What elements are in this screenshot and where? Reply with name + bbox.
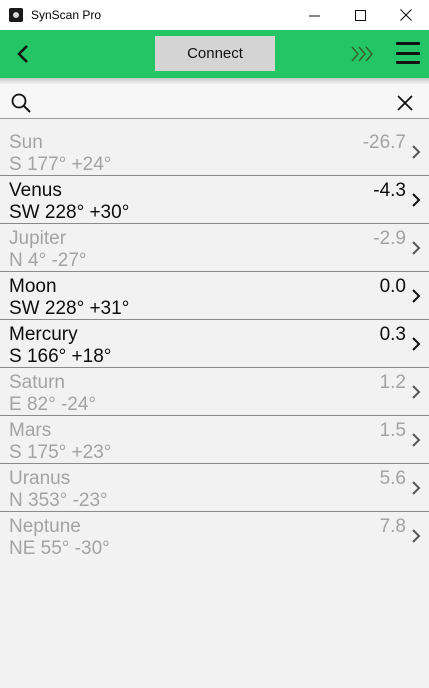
list-item[interactable]: Sun S 177° +24° -26.7 [0, 128, 429, 176]
list-item[interactable]: Moon SW 228° +31° 0.0 [0, 272, 429, 320]
object-coordinates: SW 228° +30° [9, 202, 130, 223]
object-magnitude: -2.9 [373, 228, 406, 249]
app-icon [9, 8, 23, 22]
minimize-button[interactable] [291, 0, 337, 30]
app-toolbar: Connect [0, 30, 429, 78]
object-coordinates: N 4° -27° [9, 250, 87, 271]
search-input[interactable] [40, 90, 384, 114]
object-name: Jupiter [9, 228, 67, 249]
object-name: Saturn [9, 372, 65, 393]
object-magnitude: -4.3 [373, 180, 406, 201]
object-coordinates: NE 55° -30° [9, 538, 110, 559]
maximize-button[interactable] [337, 0, 383, 30]
chevron-right-icon [412, 385, 421, 399]
object-magnitude: 1.2 [379, 372, 406, 393]
object-coordinates: SW 228° +31° [9, 298, 130, 319]
window-title: SynScan Pro [31, 8, 102, 22]
signal-chevrons-icon[interactable] [350, 42, 376, 66]
minimize-icon [308, 15, 320, 16]
object-magnitude: 5.6 [379, 468, 406, 489]
object-magnitude: 0.3 [379, 324, 406, 345]
object-name: Mars [9, 420, 52, 441]
search-icon [11, 93, 31, 113]
list-item[interactable]: Venus SW 228° +30° -4.3 [0, 176, 429, 224]
chevron-right-icon [412, 241, 421, 255]
chevron-right-icon [412, 433, 421, 447]
object-coordinates: S 177° +24° [9, 154, 112, 175]
object-name: Sun [9, 132, 43, 153]
window-controls [291, 0, 429, 30]
object-name: Venus [9, 180, 62, 201]
list-item[interactable]: Uranus N 353° -23° 5.6 [0, 464, 429, 512]
object-magnitude: 0.0 [379, 276, 406, 297]
chevron-right-icon [412, 337, 421, 351]
object-coordinates: S 166° +18° [9, 346, 112, 367]
list-item[interactable]: Mars S 175° +23° 1.5 [0, 416, 429, 464]
close-icon [400, 9, 412, 21]
object-magnitude: 7.8 [379, 516, 406, 537]
object-name: Moon [9, 276, 57, 297]
chevron-right-icon [412, 289, 421, 303]
list-item[interactable]: Saturn E 82° -24° 1.2 [0, 368, 429, 416]
object-coordinates: N 353° -23° [9, 490, 108, 511]
search-bar [0, 84, 429, 119]
back-arrow-icon [17, 45, 28, 63]
object-list: Sun S 177° +24° -26.7 Venus SW 228° +30° -4.3… [0, 128, 429, 559]
chevron-right-icon [412, 481, 421, 495]
chevron-right-icon [412, 529, 421, 543]
object-coordinates: S 175° +23° [9, 442, 112, 463]
back-button[interactable] [10, 40, 36, 68]
hamburger-menu-icon[interactable] [396, 42, 420, 64]
chevron-right-icon [412, 193, 421, 207]
list-item[interactable]: Jupiter N 4° -27° -2.9 [0, 224, 429, 272]
list-item[interactable]: Neptune NE 55° -30° 7.8 [0, 512, 429, 559]
object-coordinates: E 82° -24° [9, 394, 97, 415]
maximize-icon [354, 9, 366, 21]
list-item[interactable]: Mercury S 166° +18° 0.3 [0, 320, 429, 368]
object-name: Mercury [9, 324, 78, 345]
clear-search-icon[interactable] [396, 94, 414, 112]
window-titlebar: SynScan Pro [0, 0, 429, 30]
chevron-right-icon [412, 145, 421, 159]
object-name: Uranus [9, 468, 71, 489]
object-magnitude: 1.5 [379, 420, 406, 441]
object-magnitude: -26.7 [362, 132, 406, 153]
object-name: Neptune [9, 516, 81, 537]
connect-button[interactable]: Connect [155, 36, 275, 71]
close-window-button[interactable] [383, 0, 429, 30]
